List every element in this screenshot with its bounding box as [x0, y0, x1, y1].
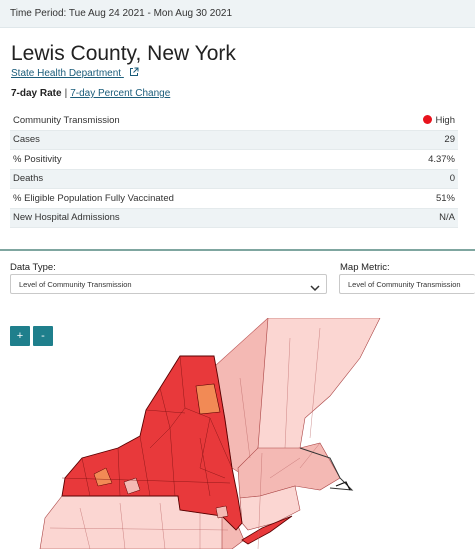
stat-value: 51% — [375, 188, 458, 209]
stat-label: % Positivity — [10, 149, 376, 170]
stat-label: Cases — [10, 130, 376, 150]
table-row: Community Transmission High — [10, 111, 458, 131]
stat-label: Community Transmission — [10, 111, 376, 131]
data-type-selected: Level of Community Transmission — [19, 280, 132, 289]
section-divider — [0, 249, 475, 251]
county-map[interactable] — [0, 318, 475, 549]
map-metric-label: Map Metric: — [340, 262, 390, 273]
table-row: New Hospital Admissions N/A — [10, 208, 458, 228]
stat-value: 29 — [375, 130, 458, 150]
table-row: Cases 29 — [10, 130, 458, 150]
time-period-bar: Time Period: Tue Aug 24 2021 - Mon Aug 3… — [0, 0, 475, 28]
map-region-substantial-county — [215, 505, 229, 519]
data-type-select[interactable]: Level of Community Transmission — [10, 274, 327, 294]
stat-label: Deaths — [10, 169, 376, 189]
table-row: % Positivity 4.37% — [10, 149, 458, 170]
tab-7-day-rate[interactable]: 7-day Rate — [11, 88, 62, 99]
table-row: Deaths 0 — [10, 169, 458, 189]
state-health-department-link[interactable]: State Health Department — [11, 67, 139, 80]
stat-label: New Hospital Admissions — [10, 208, 376, 228]
tab-7-day-percent-change[interactable]: 7-day Percent Change — [70, 88, 170, 99]
external-link-icon — [129, 67, 139, 80]
data-type-label: Data Type: — [10, 262, 56, 273]
map-metric-selected: Level of Community Transmission — [348, 280, 461, 289]
county-title: Lewis County, New York — [11, 42, 236, 65]
county-stats-table: Community Transmission High Cases 29 % P… — [10, 111, 458, 228]
stat-value: 0 — [375, 169, 458, 189]
stat-value: 4.37% — [375, 149, 458, 170]
chevron-down-icon — [310, 280, 320, 293]
tab-separator: | — [64, 88, 68, 99]
map-region-northeast — [39, 318, 381, 549]
transmission-level-dot — [423, 114, 433, 124]
stat-value-cell: High — [375, 111, 458, 131]
time-period-text: Time Period: Tue Aug 24 2021 - Mon Aug 3… — [10, 8, 233, 19]
rate-tabs: 7-day Rate | 7-day Percent Change — [11, 88, 170, 99]
table-row: % Eligible Population Fully Vaccinated 5… — [10, 188, 458, 209]
map-metric-select[interactable]: Level of Community Transmission — [339, 274, 475, 294]
stat-value: High — [435, 114, 455, 126]
source-link-label: State Health Department — [11, 68, 122, 80]
stat-value: N/A — [375, 208, 458, 228]
stat-label: % Eligible Population Fully Vaccinated — [10, 188, 376, 209]
